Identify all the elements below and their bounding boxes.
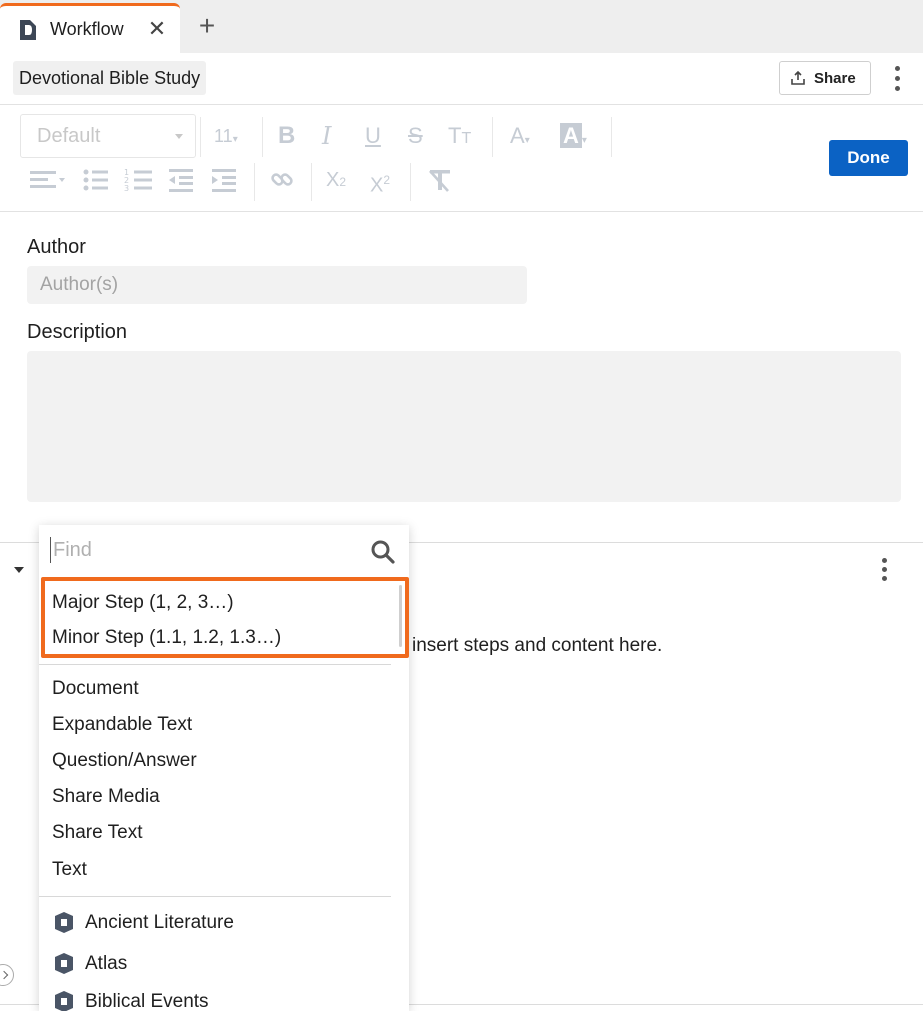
close-icon[interactable]: ✕ xyxy=(144,14,170,44)
formatting-toolbar: Default 11▾ B I U S TT A▾ A ▾ 123 X2 X2 D… xyxy=(0,105,923,212)
font-size-select[interactable]: 11▾ xyxy=(214,121,238,155)
clear-formatting-icon[interactable] xyxy=(426,165,454,195)
superscript-icon[interactable]: X2 xyxy=(370,165,390,201)
resource-shield-icon xyxy=(55,953,73,974)
bulleted-list-icon[interactable] xyxy=(82,165,110,195)
share-icon xyxy=(791,70,805,85)
toolbar-divider xyxy=(311,163,312,201)
svg-text:3: 3 xyxy=(124,184,129,193)
tab-label: Workflow xyxy=(50,19,124,39)
share-button[interactable]: Share xyxy=(779,61,871,95)
text-size-icon[interactable]: TT xyxy=(448,121,471,154)
menu-item-major-step[interactable]: Major Step (1, 2, 3…) xyxy=(52,592,234,614)
menu-item-share-media[interactable]: Share Media xyxy=(52,786,160,808)
outdent-icon[interactable] xyxy=(167,165,195,195)
menu-item-ancient-literature[interactable]: Ancient Literature xyxy=(85,912,234,934)
link-icon[interactable] xyxy=(270,165,296,195)
document-title[interactable]: Devotional Bible Study xyxy=(13,61,207,95)
menu-item-question-answer[interactable]: Question/Answer xyxy=(52,750,197,772)
menu-item-minor-step[interactable]: Minor Step (1.1, 1.2, 1.3…) xyxy=(52,627,281,649)
numbered-list-icon[interactable]: 123 xyxy=(124,165,154,195)
resource-shield-icon xyxy=(55,991,73,1011)
description-textarea[interactable] xyxy=(27,351,901,502)
subscript-icon[interactable]: X2 xyxy=(326,165,346,197)
menu-divider xyxy=(39,664,391,665)
italic-icon[interactable]: I xyxy=(322,121,331,151)
author-label: Author xyxy=(27,236,86,258)
share-label: Share xyxy=(814,70,856,87)
font-family-value: Default xyxy=(37,125,101,147)
content-hint: insert steps and content here. xyxy=(412,635,663,656)
toolbar-divider xyxy=(262,117,263,157)
font-family-select[interactable]: Default xyxy=(20,114,196,158)
align-icon[interactable] xyxy=(28,165,68,195)
menu-item-document[interactable]: Document xyxy=(52,678,139,700)
find-input[interactable] xyxy=(50,537,350,563)
section-more-options-icon[interactable] xyxy=(879,558,891,584)
more-options-icon[interactable] xyxy=(892,66,904,92)
tab-workflow[interactable]: Workflow ✕ xyxy=(0,3,180,53)
search-icon[interactable] xyxy=(370,539,396,565)
toolbar-divider xyxy=(492,117,493,157)
description-label: Description xyxy=(27,321,128,343)
resource-shield-icon xyxy=(55,912,73,933)
menu-item-share-text[interactable]: Share Text xyxy=(52,822,142,844)
scrollbar[interactable] xyxy=(399,585,402,647)
tab-strip: Workflow ✕ + xyxy=(0,0,923,53)
toolbar-divider xyxy=(410,163,411,201)
menu-divider xyxy=(39,896,391,897)
highlight-color-icon[interactable]: A ▾ xyxy=(560,121,587,156)
chevron-down-icon xyxy=(175,134,183,139)
collapse-caret-icon[interactable] xyxy=(14,567,24,573)
menu-item-expandable-text[interactable]: Expandable Text xyxy=(52,714,192,736)
toolbar-divider xyxy=(200,117,201,157)
toolbar-divider xyxy=(254,163,255,201)
strikethrough-icon[interactable]: S xyxy=(408,121,423,151)
insert-dropdown: Major Step (1, 2, 3…) Minor Step (1.1, 1… xyxy=(39,525,409,1011)
done-button[interactable]: Done xyxy=(829,140,908,176)
toolbar-divider xyxy=(611,117,612,157)
indent-icon[interactable] xyxy=(210,165,238,195)
bold-icon[interactable]: B xyxy=(278,121,295,151)
title-bar: Devotional Bible Study Share xyxy=(0,53,923,105)
menu-item-biblical-events[interactable]: Biblical Events xyxy=(85,991,209,1011)
menu-item-atlas[interactable]: Atlas xyxy=(85,953,127,975)
author-input[interactable]: Author(s) xyxy=(27,266,527,304)
underline-icon[interactable]: U xyxy=(365,121,381,151)
add-tab-icon[interactable]: + xyxy=(192,9,222,45)
expand-panel-icon[interactable] xyxy=(0,964,14,986)
menu-item-text[interactable]: Text xyxy=(52,859,87,881)
document-logo-icon xyxy=(20,20,36,40)
text-color-icon[interactable]: A▾ xyxy=(510,121,530,156)
font-size-value: 11 xyxy=(214,126,233,146)
